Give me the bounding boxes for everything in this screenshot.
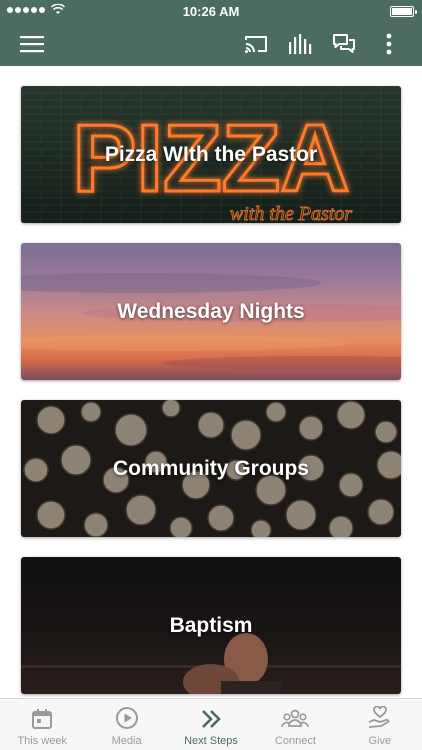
tab-connect[interactable]: Connect (253, 699, 337, 750)
status-time: 10:26 AM (182, 4, 240, 19)
tab-label: This week (17, 735, 67, 747)
card-pizza-with-the-pastor[interactable]: PIZZA with the Pastor Pizza WIth the Pas… (21, 86, 401, 223)
card-baptism[interactable]: Baptism (21, 557, 401, 694)
cast-icon[interactable] (238, 22, 274, 66)
tab-label: Next Steps (184, 735, 238, 747)
card-title: Wednesday Nights (117, 299, 305, 323)
bottom-tab-bar: This week Media Next Steps Connect Give (0, 698, 422, 750)
status-bar: 10:26 AM (0, 0, 422, 22)
card-title: Pizza WIth the Pastor (104, 142, 318, 166)
heart-hand-icon (368, 706, 390, 728)
tab-give[interactable]: Give (338, 699, 422, 750)
play-circle-icon (115, 707, 138, 729)
tab-this-week[interactable]: This week (0, 699, 84, 750)
card-title: Baptism (169, 613, 253, 637)
double-chevron-right-icon (202, 710, 221, 728)
app-bar (0, 22, 422, 66)
pizza-neon-script: with the Pastor (230, 203, 352, 223)
tab-next-steps[interactable]: Next Steps (169, 699, 253, 750)
next-steps-list: PIZZA with the Pastor Pizza WIth the Pas… (0, 66, 422, 698)
people-group-icon (281, 709, 310, 728)
more-vertical-icon[interactable] (374, 22, 404, 66)
tab-media[interactable]: Media (84, 699, 168, 750)
calendar-icon (32, 709, 53, 729)
battery-icon (390, 6, 417, 17)
chat-icon[interactable] (326, 22, 362, 66)
tab-label: Give (368, 735, 392, 747)
audio-equalizer-icon[interactable] (282, 22, 318, 66)
card-wednesday-nights[interactable]: Wednesday Nights (21, 243, 401, 380)
hamburger-menu-icon[interactable] (14, 22, 50, 66)
card-title: Community Groups (112, 456, 309, 480)
tab-label: Connect (274, 735, 316, 747)
tab-label: Media (111, 735, 142, 747)
card-community-groups[interactable]: Community Groups (21, 400, 401, 537)
